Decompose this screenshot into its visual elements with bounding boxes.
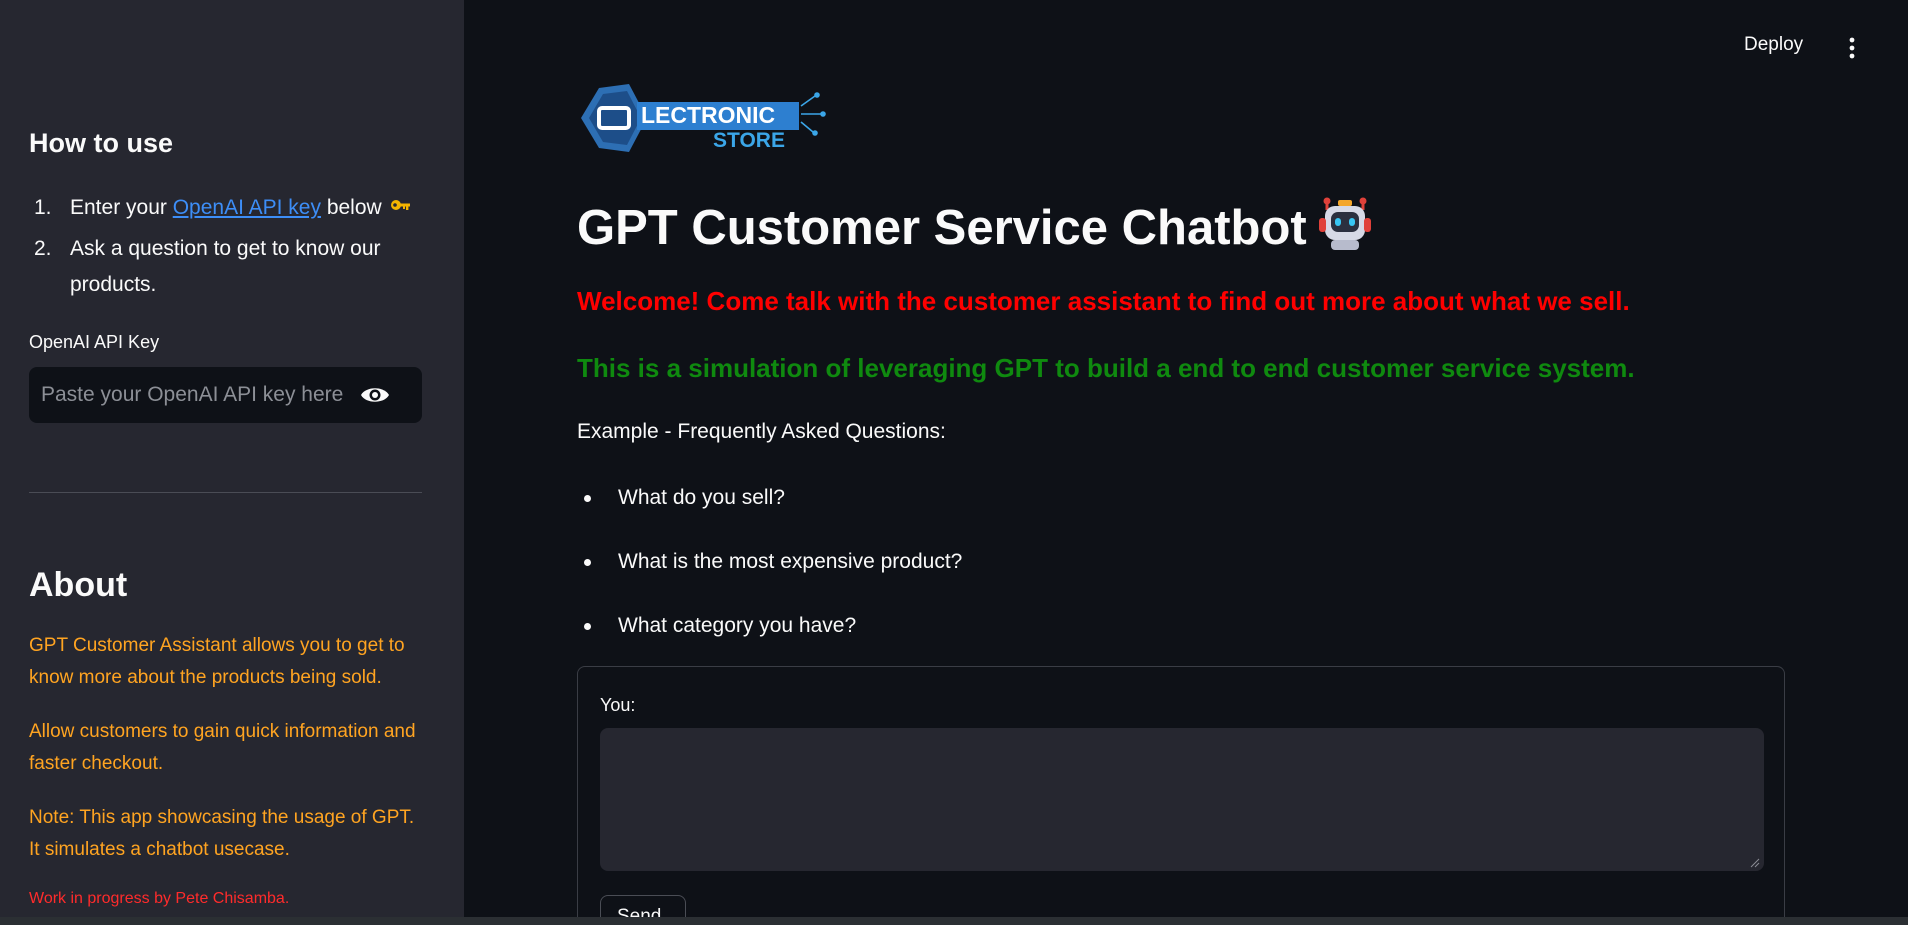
welcome-message: Welcome! Come talk with the customer ass… — [577, 286, 1630, 316]
step-text-prefix: Enter your — [70, 196, 173, 219]
chat-input-label: You: — [600, 695, 636, 715]
faq-item: What category you have? — [577, 610, 962, 674]
faq-item: What do you sell? — [577, 482, 962, 546]
sidebar-divider — [29, 492, 422, 493]
logo-line2: STORE — [713, 129, 785, 152]
api-key-input[interactable] — [29, 367, 359, 423]
eye-icon[interactable] — [359, 381, 391, 409]
about-paragraph: Allow customers to gain quick informatio… — [29, 721, 416, 774]
step-number: 2. — [34, 237, 52, 260]
page-title: GPT Customer Service Chatbot — [577, 196, 1373, 256]
logo-line1: LECTRONIC — [641, 102, 775, 128]
step-number: 1. — [34, 196, 52, 219]
key-icon — [390, 200, 410, 210]
faq-title: Example - Frequently Asked Questions: — [577, 420, 946, 443]
sidebar: How to use 1. Enter your OpenAI API key … — [0, 0, 464, 917]
vertical-ellipsis-icon[interactable] — [1846, 36, 1858, 60]
howto-title: How to use — [29, 128, 174, 158]
step-text-suffix: below — [320, 196, 382, 219]
api-key-field — [29, 367, 422, 423]
about-title: About — [29, 566, 128, 604]
simulation-note: This is a simulation of leveraging GPT t… — [577, 353, 1635, 383]
send-button[interactable]: Send — [600, 895, 686, 917]
faq-list: What do you sell? What is the most expen… — [577, 482, 962, 674]
app: How to use 1. Enter your OpenAI API key … — [0, 0, 1908, 917]
howto-step: 2. Ask a question to get to know our pro… — [29, 231, 429, 303]
about-paragraph: Note: This app showcasing the usage of G… — [29, 807, 415, 860]
howto-steps: 1. Enter your OpenAI API key below 2. As… — [29, 190, 429, 308]
step-text: Ask a question to get to know our produc… — [70, 237, 381, 296]
chat-input[interactable] — [600, 728, 1764, 871]
faq-item: What is the most expensive product? — [577, 546, 962, 610]
howto-step: 1. Enter your OpenAI API key below — [29, 190, 429, 226]
robot-icon — [1318, 197, 1371, 250]
deploy-button[interactable]: Deploy — [1744, 34, 1803, 56]
chat-form: You: Send — [577, 666, 1785, 917]
about-paragraph: GPT Customer Assistant allows you to get… — [29, 635, 405, 688]
resize-grip-icon[interactable] — [1750, 858, 1760, 868]
bottom-strip — [0, 917, 1908, 925]
api-key-label: OpenAI API Key — [29, 332, 160, 352]
page-title-text: GPT Customer Service Chatbot — [577, 201, 1307, 255]
electronic-store-logo: LECTRONIC STORE — [581, 84, 826, 152]
credit-text: Work in progress by Pete Chisamba. — [29, 890, 290, 907]
openai-api-key-link[interactable]: OpenAI API key — [173, 196, 321, 219]
